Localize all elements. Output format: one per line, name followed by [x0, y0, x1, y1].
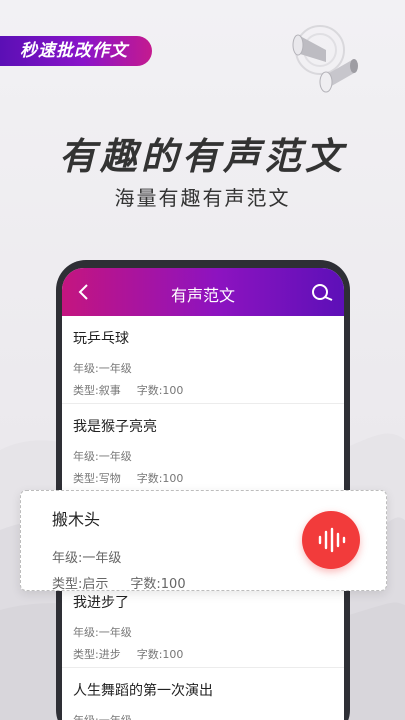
list-item[interactable]: 人生舞蹈的第一次演出 年级:一年级: [62, 668, 344, 720]
item-grade: 年级:一年级: [73, 626, 132, 639]
page-headline: 有趣的有声范文: [59, 135, 346, 178]
app-bar-title: 有声范文: [170, 286, 235, 305]
item-type: 类型:叙事: [73, 384, 121, 397]
megaphone-icon: [292, 25, 358, 93]
list-item[interactable]: 我是猴子亮亮 年级:一年级 类型:写物 字数:100: [62, 404, 344, 492]
item-type: 类型:写物: [73, 472, 121, 485]
highlight-words: 字数:100: [130, 577, 186, 592]
item-words: 字数:100: [136, 472, 184, 485]
item-grade: 年级:一年级: [73, 710, 344, 720]
item-grade: 年级:一年级: [73, 450, 132, 463]
item-title: 玩乒乓球: [73, 331, 129, 347]
search-icon[interactable]: [310, 282, 336, 304]
highlight-type: 类型:启示: [52, 577, 109, 592]
item-words: 字数:100: [136, 384, 184, 397]
audio-play-button[interactable]: [302, 511, 360, 569]
item-title: 我是猴子亮亮: [73, 419, 157, 435]
item-type: 类型:进步: [73, 648, 121, 661]
list-item[interactable]: 玩乒乓球 年级:一年级 类型:叙事 字数:100: [62, 316, 344, 404]
audio-wave-icon: [318, 527, 346, 553]
item-title: 人生舞蹈的第一次演出: [73, 683, 213, 699]
page-subheadline: 海量有趣有声范文: [114, 186, 291, 210]
app-bar: 有声范文: [62, 268, 344, 316]
item-words: 字数:100: [136, 648, 184, 661]
item-grade: 年级:一年级: [73, 362, 132, 375]
feature-tag: 秒速批改作文: [0, 36, 152, 66]
